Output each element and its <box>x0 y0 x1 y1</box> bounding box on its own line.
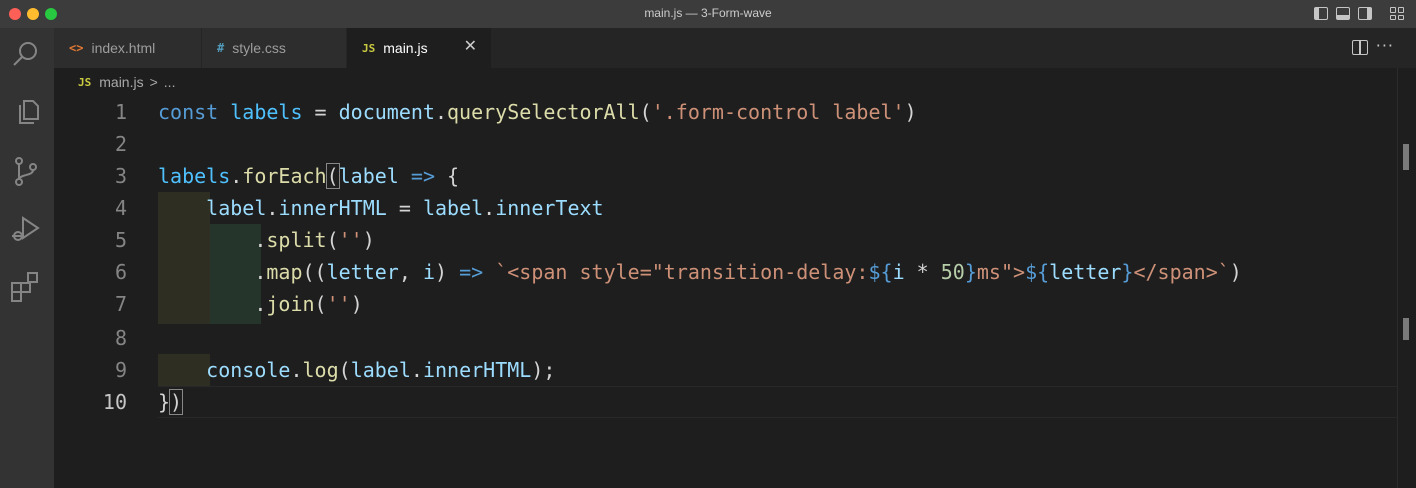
extensions-icon[interactable] <box>9 270 43 304</box>
split-editor-icon[interactable] <box>1352 40 1368 55</box>
tab-label: main.js <box>383 40 428 56</box>
chevron-right-icon: > <box>149 74 158 90</box>
breadcrumb: JS main.js > ... <box>54 68 1397 96</box>
activity-bar <box>0 28 54 488</box>
code-line[interactable]: 4 label.innerHTML = label.innerText <box>54 192 1397 224</box>
toggle-panel-icon[interactable] <box>1336 7 1350 20</box>
close-tab-icon[interactable]: ✕ <box>464 39 477 55</box>
line-number: 6 <box>114 260 127 284</box>
window-title: main.js — 3-Form-wave <box>644 6 772 20</box>
code-line[interactable]: 6 .map((letter, i) => `<span style="tran… <box>54 256 1397 288</box>
html-file-icon: <> <box>69 41 84 55</box>
run-debug-icon[interactable] <box>9 212 43 246</box>
line-number: 9 <box>114 358 127 382</box>
customize-layout-icon[interactable] <box>1390 7 1404 20</box>
vertical-scrollbar[interactable] <box>1397 68 1416 488</box>
line-number: 8 <box>114 326 127 350</box>
code-editor[interactable]: 1 const labels = document.querySelectorA… <box>54 96 1397 488</box>
code-line[interactable]: 5 .split('') <box>54 224 1397 256</box>
line-number: 4 <box>114 196 127 220</box>
tab-label: style.css <box>232 40 286 56</box>
tab-style-css[interactable]: # style.css <box>202 28 347 68</box>
breadcrumb-file[interactable]: main.js <box>99 74 143 90</box>
code-line[interactable]: 1 const labels = document.querySelectorA… <box>54 96 1397 128</box>
js-file-icon: JS <box>362 41 376 55</box>
code-line[interactable]: 8 <box>54 322 1397 354</box>
toggle-secondary-sidebar-icon[interactable] <box>1358 7 1372 20</box>
overview-ruler-mark <box>1403 318 1409 340</box>
tab-bar: <> index.html # style.css JS main.js ✕ ·… <box>54 28 1416 68</box>
code-line-current[interactable]: 10 }) <box>54 386 1397 418</box>
line-number: 3 <box>114 164 127 188</box>
css-file-icon: # <box>217 41 225 55</box>
code-line[interactable]: 9 console.log(label.innerHTML); <box>54 354 1397 386</box>
line-number: 10 <box>102 390 127 414</box>
toggle-sidebar-icon[interactable] <box>1314 7 1328 20</box>
line-number: 1 <box>114 100 127 124</box>
line-number: 2 <box>114 132 127 156</box>
overview-ruler-mark <box>1403 144 1409 170</box>
code-line[interactable]: 7 .join('') <box>54 288 1397 320</box>
source-control-icon[interactable] <box>9 154 43 188</box>
line-number: 7 <box>114 292 127 316</box>
layout-controls <box>1314 7 1404 20</box>
breadcrumb-symbol[interactable]: ... <box>164 74 176 90</box>
title-bar: main.js — 3-Form-wave <box>0 0 1416 28</box>
code-line[interactable]: 3 labels.forEach(label => { <box>54 160 1397 192</box>
tab-index-html[interactable]: <> index.html <box>54 28 202 68</box>
js-file-icon: JS <box>78 75 92 89</box>
explorer-icon[interactable] <box>9 96 43 130</box>
line-number: 5 <box>114 228 127 252</box>
search-icon[interactable] <box>9 38 43 72</box>
more-actions-icon[interactable]: ··· <box>1376 36 1394 55</box>
tab-label: index.html <box>91 40 156 56</box>
tab-main-js[interactable]: JS main.js ✕ <box>347 28 492 68</box>
code-line[interactable]: 2 <box>54 128 1397 160</box>
